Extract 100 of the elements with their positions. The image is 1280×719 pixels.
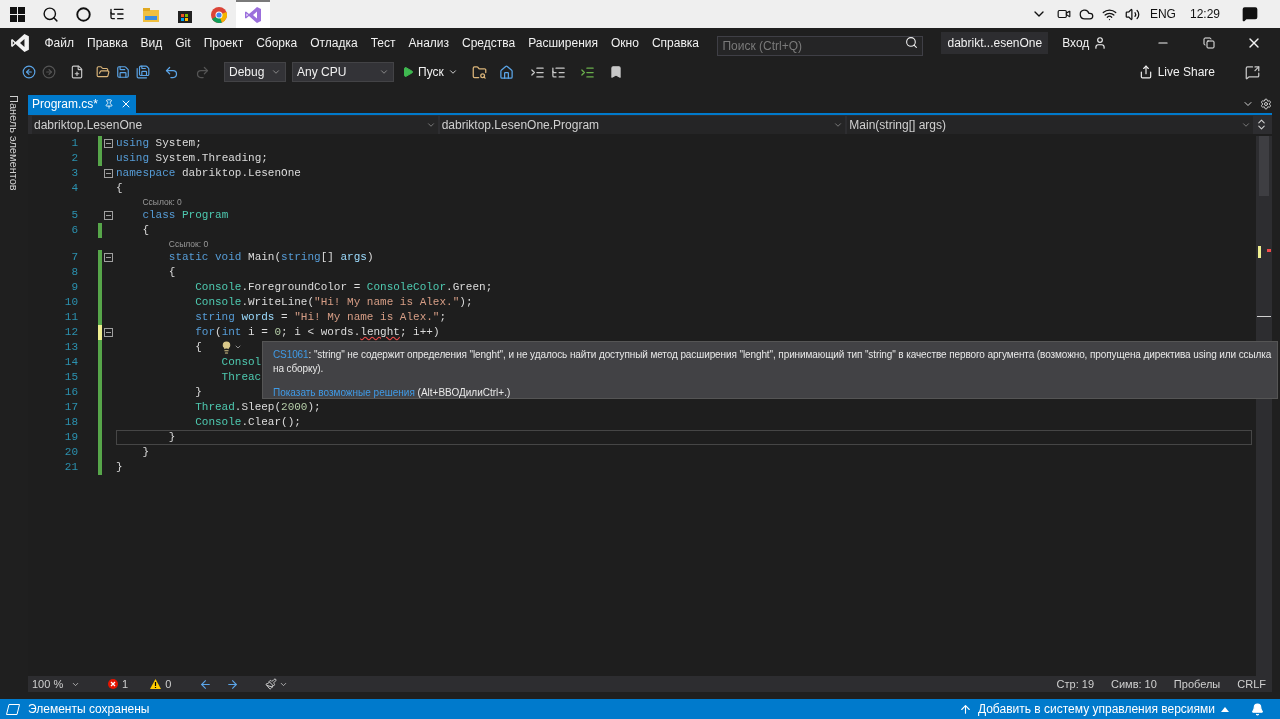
- line-ending[interactable]: CRLF: [1237, 675, 1266, 693]
- line-number: 11: [63, 310, 78, 326]
- error-count[interactable]: 1: [108, 675, 129, 693]
- menu-item[interactable]: Проект: [197, 34, 250, 52]
- infinity-logo-icon: [10, 33, 30, 53]
- speaker-icon[interactable]: [1124, 6, 1140, 22]
- menu-item[interactable]: Вид: [134, 34, 169, 52]
- menu-item[interactable]: Средства: [455, 34, 522, 52]
- pin-icon[interactable]: [104, 99, 115, 109]
- line-number: 8: [70, 265, 78, 281]
- task-view-icon[interactable]: [109, 6, 125, 22]
- navigation-dropdown[interactable]: dabriktop.LesenOne: [32, 115, 438, 134]
- menu-item[interactable]: Git: [168, 34, 198, 52]
- list-icon[interactable]: [579, 64, 595, 80]
- cloud-icon[interactable]: [1078, 6, 1094, 22]
- brush-icon[interactable]: [265, 678, 278, 690]
- language-indicator[interactable]: ENG: [1149, 5, 1176, 23]
- caret-icon: [379, 67, 389, 77]
- folder-icon: [143, 8, 159, 22]
- circle-icon[interactable]: [76, 6, 91, 22]
- wifi-icon[interactable]: [1101, 6, 1117, 22]
- bookmark-icon[interactable]: [608, 65, 623, 79]
- collapse-icon[interactable]: [104, 211, 113, 220]
- menu-item[interactable]: Отладка: [303, 34, 365, 52]
- collapse-icon[interactable]: [104, 328, 113, 337]
- menu-item[interactable]: Правка: [80, 34, 135, 52]
- warning-count[interactable]: 0: [150, 675, 172, 693]
- code-line: namespace dabriktop.LesenOne: [116, 166, 301, 181]
- search-icon[interactable]: [42, 5, 59, 23]
- navigation-dropdown[interactable]: Main(string[] args): [847, 115, 1253, 134]
- bell-icon[interactable]: [1251, 702, 1264, 716]
- code-line: }: [141, 445, 149, 460]
- home-icon[interactable]: [498, 64, 514, 80]
- sign-in-button[interactable]: Вход: [1062, 34, 1108, 52]
- infinity-logo-icon: [244, 6, 262, 24]
- code-line: {: [167, 265, 176, 280]
- live-share-button[interactable]: Live Share: [1138, 63, 1215, 81]
- reference-count[interactable]: Ссылок: 0: [142, 196, 182, 208]
- platform-dropdown[interactable]: Any CPU: [292, 62, 394, 82]
- line-number: 12: [63, 325, 78, 341]
- code-line: static void Main(string[] args): [167, 250, 374, 265]
- settings-icon[interactable]: [1260, 98, 1272, 110]
- navigation-dropdown[interactable]: dabriktop.LesenOne.Program: [439, 115, 846, 134]
- start-button[interactable]: Пуск: [400, 63, 460, 81]
- split-icon[interactable]: [1255, 118, 1268, 131]
- code-line: {: [141, 223, 149, 238]
- configuration-dropdown[interactable]: Debug: [224, 62, 286, 82]
- tree-icon[interactable]: [550, 64, 566, 80]
- collapse-icon[interactable]: [104, 169, 113, 178]
- reference-count[interactable]: Ссылок: 0: [168, 238, 209, 250]
- code-line: class Program: [141, 208, 229, 223]
- camera-icon[interactable]: [1056, 7, 1071, 21]
- toolbox-tab[interactable]: Панель элементов: [5, 95, 23, 191]
- save-all-icon[interactable]: [136, 65, 150, 79]
- previous-icon[interactable]: [199, 677, 213, 691]
- line-number: 14: [63, 355, 78, 371]
- next-icon[interactable]: [226, 677, 240, 691]
- source-control-button[interactable]: Добавить в систему управления версиями: [958, 700, 1229, 718]
- menu-item[interactable]: Расширения: [521, 34, 605, 52]
- open-folder-icon[interactable]: [96, 65, 110, 79]
- line-number: 15: [63, 370, 78, 386]
- code-line: }: [116, 460, 123, 475]
- list-icon[interactable]: [529, 64, 545, 80]
- line-number: 9: [70, 280, 78, 296]
- caret-icon: [271, 67, 281, 77]
- user-icon: [1093, 36, 1108, 50]
- solution-name: dabrikt...esenOne: [941, 32, 1049, 54]
- menu-item[interactable]: Окно: [604, 34, 646, 52]
- zoom-dropdown[interactable]: 100 %: [28, 675, 84, 693]
- quick-actions-button[interactable]: [220, 340, 242, 354]
- share-icon: [1138, 65, 1153, 79]
- code-line: Thread.Sleep(2000);: [194, 400, 321, 415]
- code-line: Consol: [220, 355, 262, 370]
- code-line: string words = "Hi! My name is Alex.";: [194, 310, 447, 325]
- lightbulb-icon: [220, 340, 233, 354]
- search-field[interactable]: Поиск (Ctrl+Q): [717, 36, 924, 56]
- indent-mode[interactable]: Пробелы: [1173, 675, 1221, 693]
- line-number: 6: [70, 223, 78, 239]
- menu-item[interactable]: Сборка: [249, 34, 304, 52]
- back-icon[interactable]: [22, 65, 36, 79]
- line-position[interactable]: Стр: 19: [1056, 675, 1094, 693]
- feedback-icon[interactable]: [1245, 64, 1260, 80]
- undo-icon[interactable]: [164, 64, 179, 80]
- menu-item[interactable]: Анализ: [402, 34, 456, 52]
- notification-icon[interactable]: [1242, 6, 1258, 22]
- menu-item[interactable]: Справка: [645, 34, 706, 52]
- clock[interactable]: 12:29: [1189, 5, 1220, 23]
- line-number: 16: [63, 385, 78, 401]
- fix-suggestion: Показать возможные решения (Alt+ВВОДилиCtrl+.): [273, 386, 512, 400]
- menu-item[interactable]: Тест: [364, 34, 402, 52]
- menu-item[interactable]: Файл: [38, 34, 81, 52]
- collapse-icon[interactable]: [104, 139, 113, 148]
- new-file-icon[interactable]: [70, 65, 84, 79]
- caret-icon: [234, 343, 242, 351]
- restore-icon[interactable]: [1203, 37, 1215, 49]
- column-position[interactable]: Симв: 10: [1111, 675, 1157, 693]
- save-icon[interactable]: [116, 65, 130, 79]
- file-tab[interactable]: Program.cs*: [28, 95, 137, 113]
- collapse-icon[interactable]: [104, 253, 113, 262]
- folder-search-icon[interactable]: [471, 64, 487, 80]
